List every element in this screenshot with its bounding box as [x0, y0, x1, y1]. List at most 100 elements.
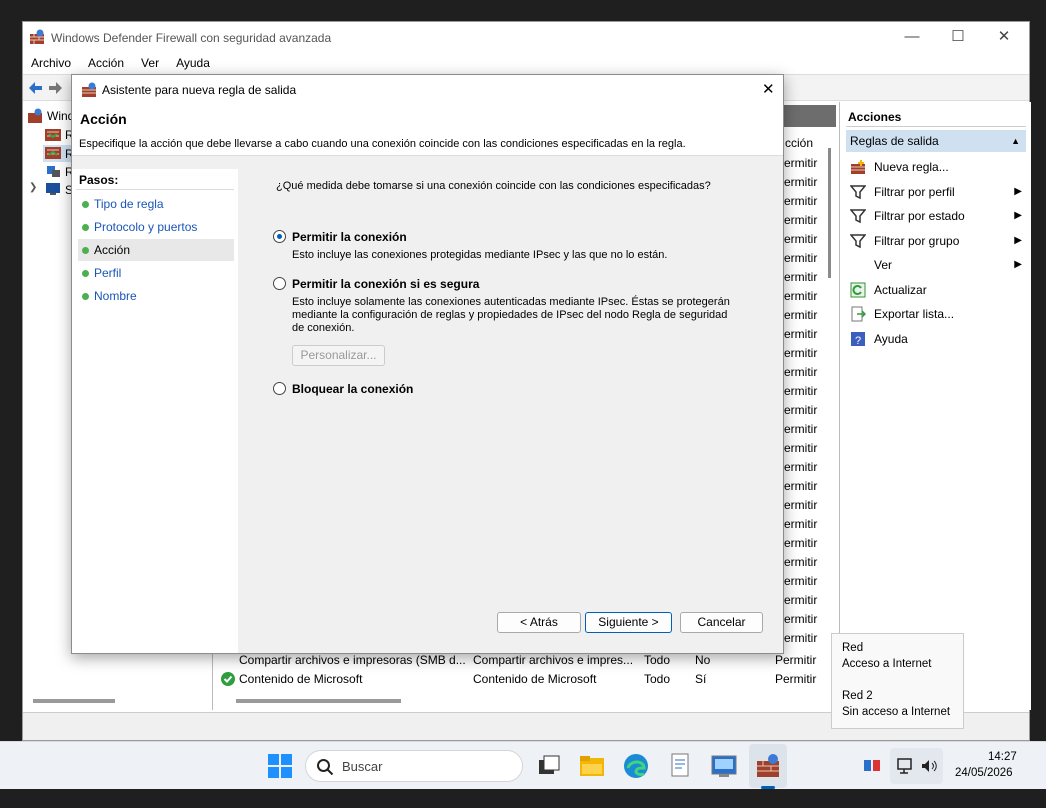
clock-time[interactable]: 14:27: [988, 751, 1017, 763]
block-connection-radio[interactable]: [273, 382, 286, 395]
outbound-rules-icon: [45, 147, 61, 159]
step-status-dot-icon: [82, 201, 89, 208]
steps-label: Pasos:: [79, 173, 119, 187]
step-status-dot-icon: [82, 224, 89, 231]
row-group: Compartir archivos e impres...: [473, 653, 634, 667]
control-panel-icon[interactable]: [710, 752, 738, 780]
firewall-app-icon: [30, 29, 44, 44]
allow-if-secure-desc: Esto incluye solamente las conexiones au…: [292, 296, 730, 334]
row-profile: Todo: [644, 672, 671, 686]
monitoring-icon: [46, 183, 60, 195]
menu-accion[interactable]: Acción: [88, 53, 124, 73]
row-profile: Todo: [644, 653, 671, 667]
search-icon: [317, 759, 334, 776]
back-button[interactable]: < Atrás: [497, 612, 581, 633]
allow-connection-desc: Esto incluye las conexiones protegidas m…: [292, 249, 668, 261]
allow-if-secure-radio[interactable]: [273, 277, 286, 290]
action-filtrar-por-estado[interactable]: Filtrar por estado ▶: [846, 204, 1026, 228]
search-placeholder: Buscar: [342, 759, 383, 774]
filter-icon: [849, 233, 867, 249]
document-app-icon[interactable]: [666, 752, 694, 780]
actions-subheader[interactable]: Reglas de salida ▲: [846, 130, 1026, 152]
action-label: Filtrar por estado: [874, 209, 965, 223]
edge-browser-icon[interactable]: [622, 752, 650, 780]
allow-connection-label[interactable]: Permitir la conexión: [292, 230, 407, 244]
step-1[interactable]: Tipo de regla: [78, 193, 234, 215]
start-windows-icon[interactable]: [266, 752, 294, 780]
network-2-status: Sin acceso a Internet: [842, 706, 951, 718]
step-status-dot-icon: [82, 293, 89, 300]
cancel-button[interactable]: Cancelar: [680, 612, 763, 633]
row-group: Contenido de Microsoft: [473, 672, 597, 686]
step-2[interactable]: Protocolo y puertos: [78, 216, 234, 238]
customize-button[interactable]: Personalizar...: [292, 345, 385, 366]
dialog-description: Especifique la acción que debe llevarse …: [79, 138, 686, 150]
forward-arrow-icon[interactable]: [48, 80, 64, 96]
menu-archivo[interactable]: Archivo: [31, 53, 71, 73]
next-button[interactable]: Siguiente >: [585, 612, 672, 633]
svg-text:?: ?: [855, 335, 861, 347]
help-icon: ?: [850, 331, 866, 347]
expand-chevron-icon[interactable]: ❯: [29, 182, 37, 193]
action-nueva-regla[interactable]: Nueva regla...: [846, 155, 1026, 179]
step-4[interactable]: Perfil: [78, 262, 234, 284]
actions-header: Acciones: [846, 107, 1026, 127]
action-label: Ver: [874, 258, 893, 272]
menu-ver[interactable]: Ver: [141, 53, 159, 73]
menu-ayuda[interactable]: Ayuda: [176, 53, 210, 73]
title-bar[interactable]: Windows Defender Firewall con seguridad …: [23, 22, 1029, 53]
window-title: Windows Defender Firewall con seguridad …: [51, 31, 332, 45]
back-arrow-icon[interactable]: [27, 80, 43, 96]
row-enabled: No: [695, 653, 711, 667]
network-1-name: Red: [842, 642, 864, 654]
action-ayuda[interactable]: ? Ayuda: [846, 327, 1026, 351]
inbound-rules-icon: [45, 129, 61, 141]
step-status-dot-icon: [82, 247, 89, 254]
tray-app-icon[interactable]: [862, 756, 890, 784]
allow-if-secure-label[interactable]: Permitir la conexión si es segura: [292, 277, 479, 291]
action-label: Actualizar: [874, 282, 927, 297]
maximize-button[interactable]: ☐: [935, 22, 981, 53]
close-button[interactable]: ✕: [981, 22, 1027, 53]
taskbar: Buscar 14:27 24/05/2026: [0, 741, 1046, 789]
new-outbound-rule-wizard: Asistente para nueva regla de salida ✕ A…: [71, 74, 784, 654]
action-label: Exportar lista...: [874, 307, 955, 321]
running-indicator: [761, 786, 775, 789]
row-enabled: Sí: [695, 672, 707, 686]
clock-date[interactable]: 24/05/2026: [955, 767, 1013, 779]
column-header-action[interactable]: cción: [785, 136, 813, 150]
action-exportar-lista[interactable]: Exportar lista...: [846, 302, 1026, 326]
submenu-arrow-icon: ▶: [1014, 259, 1022, 270]
list-scrollbar[interactable]: [828, 148, 831, 278]
action-actualizar[interactable]: Actualizar: [846, 278, 1026, 302]
filter-icon: [849, 208, 867, 224]
menu-bar: Archivo Acción Ver Ayuda: [23, 53, 1029, 74]
actions-subheader-label: Reglas de salida: [850, 134, 939, 148]
refresh-icon: [850, 282, 866, 298]
step-label: Acción: [94, 243, 131, 257]
action-label: Ayuda: [874, 331, 908, 346]
horizontal-scrollbar[interactable]: [236, 699, 401, 703]
export-icon: [850, 306, 867, 322]
dialog-close-button[interactable]: ✕: [762, 80, 775, 98]
firewall-app-icon: [82, 82, 96, 97]
file-explorer-icon[interactable]: [578, 752, 606, 780]
minimize-button[interactable]: —: [889, 22, 935, 53]
action-filtrar-por-perfil[interactable]: Filtrar por perfil ▶: [846, 180, 1026, 204]
collapse-up-icon[interactable]: ▲: [1011, 130, 1020, 152]
allow-connection-radio[interactable]: [273, 230, 286, 243]
firewall-node-icon: [28, 108, 42, 123]
network-1-status: Acceso a Internet: [842, 658, 932, 670]
step-5[interactable]: Nombre: [78, 285, 234, 307]
action-filtrar-por-grupo[interactable]: Filtrar por grupo ▶: [846, 229, 1026, 253]
firewall-taskbar-icon[interactable]: [754, 752, 782, 780]
task-view-icon[interactable]: [535, 752, 563, 780]
action-ver[interactable]: Ver ▶: [846, 253, 1026, 277]
step-3[interactable]: Acción: [78, 239, 234, 261]
tree-scrollbar[interactable]: [33, 699, 115, 703]
block-connection-label[interactable]: Bloquear la conexión: [292, 382, 413, 396]
taskbar-search-box[interactable]: Buscar: [305, 750, 523, 782]
network-volume-tray[interactable]: [890, 748, 943, 784]
volume-icon: [922, 760, 937, 772]
dialog-title-bar[interactable]: Asistente para nueva regla de salida ✕: [72, 75, 783, 104]
